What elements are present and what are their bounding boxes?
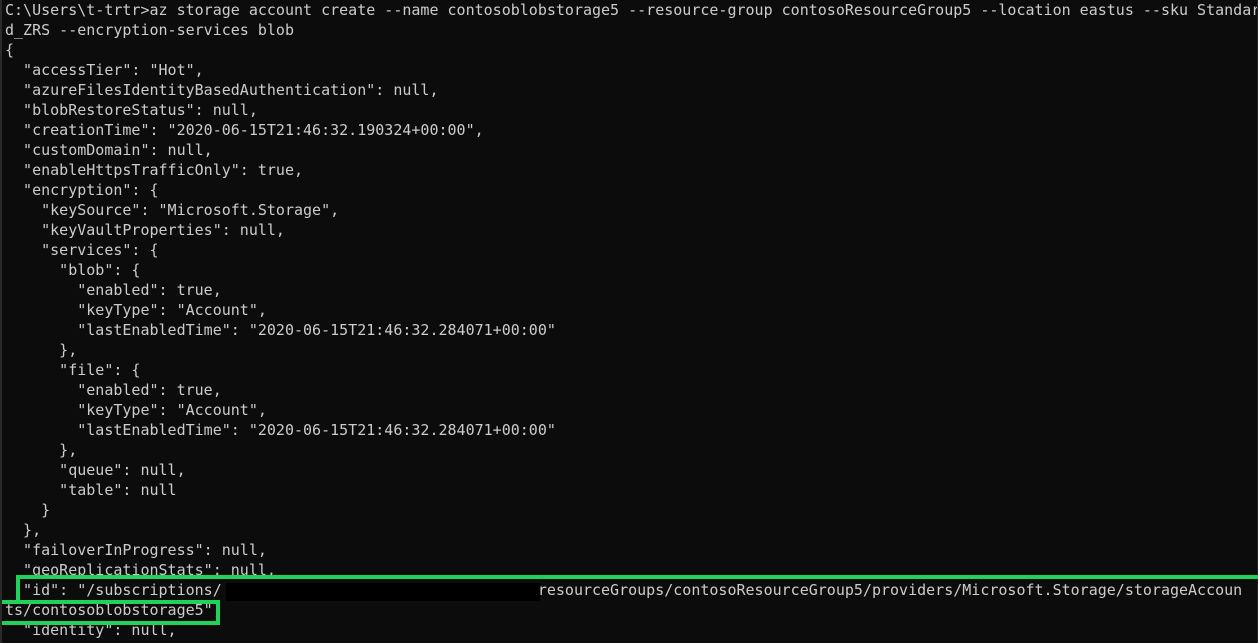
console-line-services-close: }	[5, 501, 51, 519]
console-line-blob-restore-status: "blobRestoreStatus": null,	[5, 101, 258, 119]
console-line-azure-files-identity: "azureFilesIdentityBasedAuthentication":…	[5, 81, 439, 99]
console-line-id-part-2: ts/contosoblobstorage5",	[5, 601, 222, 619]
console-line-encryption-open: "encryption": {	[5, 181, 159, 199]
console-line-geo-replication-stats: "geoReplicationStats": null,	[5, 561, 276, 579]
console-line-blob-close: },	[5, 341, 78, 359]
console-line-services-open: "services": {	[5, 241, 159, 259]
console-line-blob-last-enabled-time: "lastEnabledTime": "2020-06-15T21:46:32.…	[5, 321, 556, 339]
console-line-enable-https-traffic-only: "enableHttpsTrafficOnly": true,	[5, 161, 304, 179]
console-line-key-source: "keySource": "Microsoft.Storage",	[5, 201, 340, 219]
console-line-blob-open: "blob": {	[5, 261, 141, 279]
console-line-blob-enabled: "enabled": true,	[5, 281, 222, 299]
console-line-encryption-close: },	[5, 521, 42, 539]
console-line-access-tier: "accessTier": "Hot",	[5, 61, 204, 79]
subscription-id-redaction	[226, 583, 540, 601]
console-line-file-enabled: "enabled": true,	[5, 381, 222, 399]
console-line-key-vault-properties: "keyVaultProperties": null,	[5, 221, 285, 239]
console-line-file-close: },	[5, 441, 78, 459]
terminal-window[interactable]: C:\Users\t-trtr>az storage account creat…	[0, 0, 1258, 643]
console-line-file-open: "file": {	[5, 361, 141, 379]
console-line-identity: "identity": null,	[5, 621, 177, 639]
console-line-id-part-1: "id": "/subscriptions/ /resourceGroups/c…	[5, 581, 1243, 599]
console-output[interactable]: C:\Users\t-trtr>az storage account creat…	[5, 0, 1258, 640]
console-line-custom-domain: "customDomain": null,	[5, 141, 213, 159]
console-line-file-key-type: "keyType": "Account",	[5, 401, 267, 419]
console-line-blob-key-type: "keyType": "Account",	[5, 301, 267, 319]
console-line-creation-time: "creationTime": "2020-06-15T21:46:32.190…	[5, 121, 484, 139]
console-line-file-last-enabled-time: "lastEnabledTime": "2020-06-15T21:46:32.…	[5, 421, 556, 439]
console-line-command-1: C:\Users\t-trtr>az storage account creat…	[5, 1, 1258, 19]
console-line-table: "table": null	[5, 481, 177, 499]
console-line-failover-in-progress: "failoverInProgress": null,	[5, 541, 267, 559]
console-line-queue: "queue": null,	[5, 461, 186, 479]
console-line-json-open: {	[5, 41, 15, 59]
console-line-command-2: d_ZRS --encryption-services blob	[5, 21, 294, 39]
